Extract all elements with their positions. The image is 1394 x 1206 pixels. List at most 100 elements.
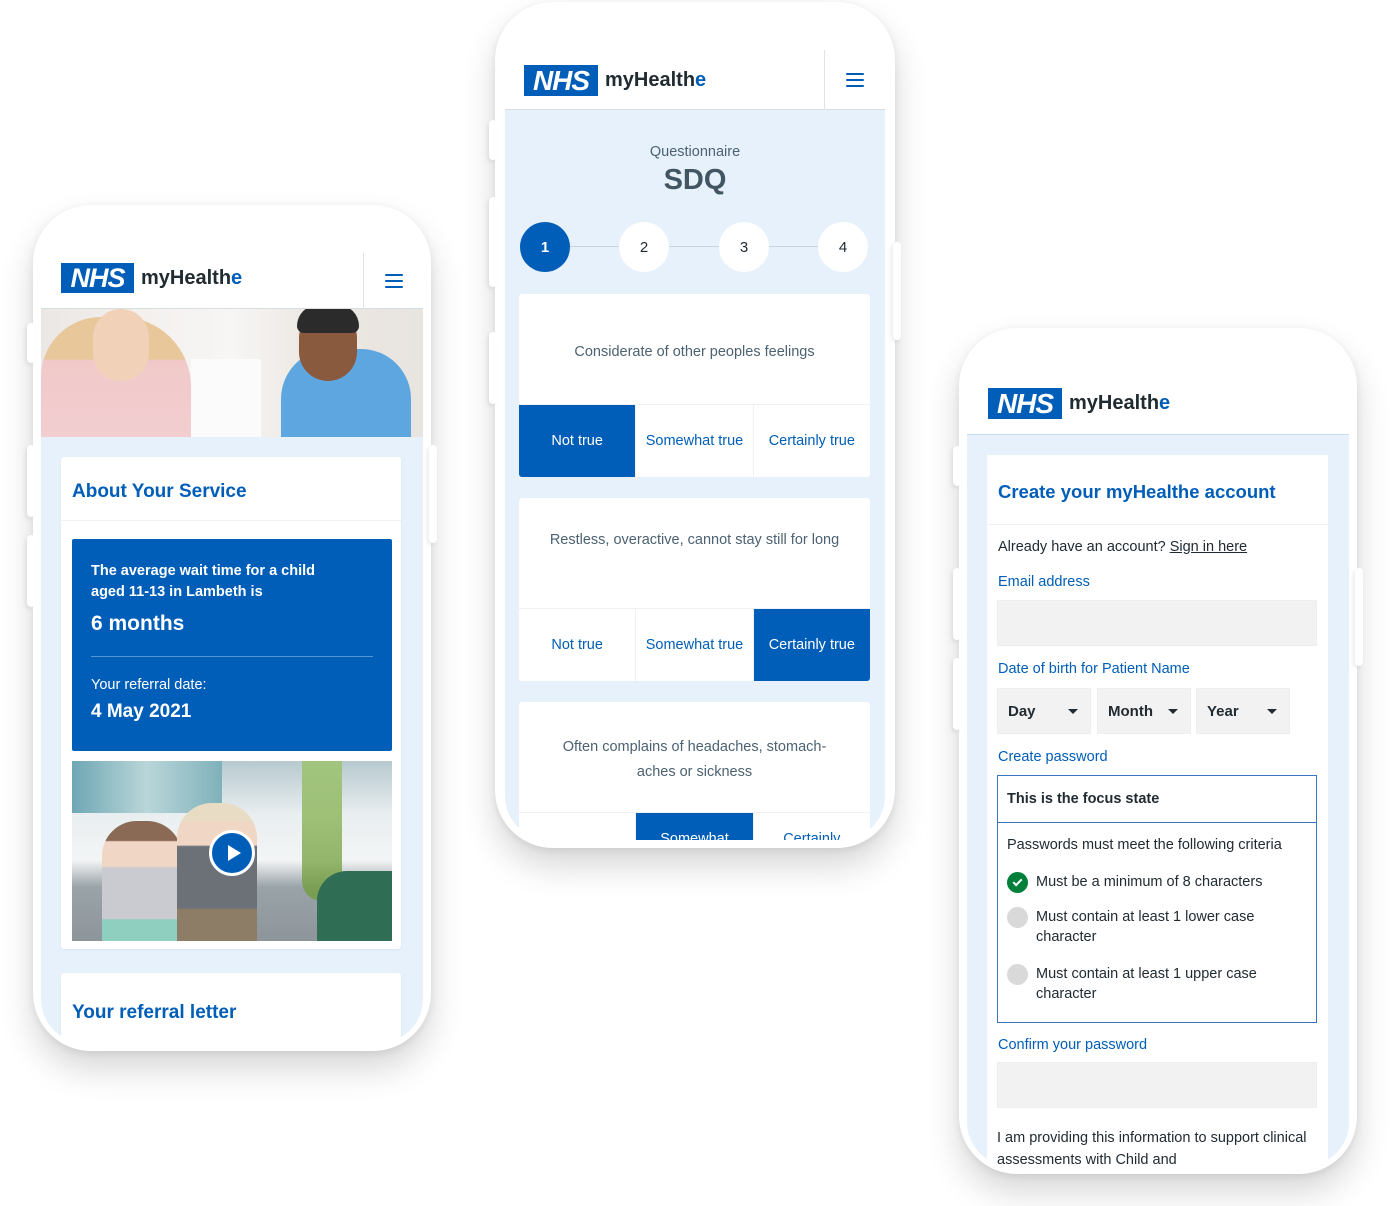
- answer-somewhat-true[interactable]: Somewhat: [636, 813, 754, 840]
- phone-mockup-questionnaire: NHS myHealthe Questionnaire SDQ 1 2 3 4 …: [489, 2, 901, 848]
- phone-side-button: [489, 332, 497, 404]
- dob-label: Date of birth for Patient Name: [998, 661, 1190, 677]
- answer-certainly-true[interactable]: Certainly true: [753, 609, 870, 681]
- question-card: Often complains of headaches, stomach-ac…: [519, 702, 870, 840]
- confirm-password-input[interactable]: [997, 1062, 1317, 1108]
- question-card: Restless, overactive, cannot stay still …: [519, 498, 870, 681]
- answer-options: Not true Somewhat true Certainly true: [519, 404, 870, 477]
- criteria-text: Must contain at least 1 lower case chara…: [1036, 909, 1255, 945]
- question-card: Considerate of other peoples feelings No…: [519, 294, 870, 477]
- nhs-myhealthe-logo[interactable]: NHS myHealthe: [61, 263, 242, 293]
- questionnaire-title: SDQ: [663, 164, 727, 196]
- phone-side-button: [27, 535, 35, 607]
- step-3[interactable]: 3: [719, 222, 769, 272]
- sign-in-link[interactable]: Sign in here: [1170, 539, 1247, 555]
- card-title: About Your Service: [72, 481, 247, 502]
- nhs-myhealthe-logo[interactable]: NHS myHealthe: [988, 388, 1170, 419]
- caret-down-icon: [1267, 709, 1277, 714]
- caret-down-icon: [1168, 709, 1178, 714]
- dob-day-select[interactable]: Day: [997, 688, 1091, 734]
- phone-side-button: [893, 242, 901, 340]
- criteria-title: Passwords must meet the following criter…: [1007, 837, 1282, 853]
- phone-side-button: [27, 323, 35, 363]
- step-2[interactable]: 2: [619, 222, 669, 272]
- email-label: Email address: [998, 574, 1090, 590]
- answer-somewhat-true[interactable]: Somewhat true: [636, 609, 754, 681]
- wait-time-description: The average wait time for a child aged 1…: [91, 563, 316, 600]
- app-header: NHS myHealthe: [505, 50, 885, 110]
- answer-options: Not true Somewhat true Certainly true: [519, 608, 870, 681]
- check-circle-icon: [1007, 872, 1028, 893]
- play-button[interactable]: [209, 830, 255, 876]
- question-text: Restless, overactive, cannot stay still …: [549, 532, 840, 548]
- phone-side-button: [1355, 568, 1363, 666]
- signin-prompt-text: Already have an account?: [998, 539, 1166, 555]
- app-name-prefix: myHealth: [605, 69, 696, 91]
- play-icon: [227, 845, 241, 861]
- phone-side-button: [27, 445, 35, 517]
- phone-mockup-create-account: NHS myHealthe Create your myHealthe acco…: [953, 328, 1363, 1174]
- phone-screen: NHS myHealthe Create your myHealthe acco…: [967, 376, 1349, 1166]
- menu-button[interactable]: [363, 253, 423, 309]
- question-text: Often complains of headaches, stomach-ac…: [562, 739, 827, 780]
- empty-circle-icon: [1007, 907, 1028, 928]
- app-name-suffix: e: [695, 69, 707, 91]
- about-service-card: About Your Service The average wait time…: [61, 457, 401, 949]
- consent-text: I am providing this information to suppo…: [997, 1130, 1307, 1166]
- caret-down-icon: [1068, 709, 1078, 714]
- password-label: Create password: [998, 749, 1108, 765]
- step-connector: [545, 246, 843, 247]
- phone-screen: NHS myHealthe About Your Service The ave…: [41, 253, 423, 1043]
- app-header: NHS myHealthe: [41, 253, 423, 309]
- signin-prompt: Already have an account? Sign in here: [998, 539, 1247, 555]
- nhs-logo-mark: NHS: [61, 263, 134, 293]
- dob-month-select[interactable]: Month: [1097, 688, 1191, 734]
- divider: [987, 524, 1328, 525]
- create-account-form: Create your myHealthe account Already ha…: [987, 455, 1328, 1166]
- question-text: Considerate of other peoples feelings: [574, 344, 815, 360]
- phone-side-button: [489, 197, 497, 287]
- app-name: myHealthe: [141, 267, 242, 290]
- menu-button[interactable]: [824, 50, 885, 110]
- answer-not-true[interactable]: Not true: [519, 609, 637, 681]
- referral-date-value: 4 May 2021: [91, 701, 192, 722]
- answer-certainly-true[interactable]: Certainly true: [753, 405, 870, 477]
- questionnaire-label: Questionnaire: [649, 144, 741, 160]
- criteria-item: Must contain at least 1 lower case chara…: [1007, 907, 1307, 947]
- app-header: NHS myHealthe: [967, 376, 1349, 435]
- phone-mockup-service: NHS myHealthe About Your Service The ave…: [27, 205, 437, 1051]
- wait-time-panel: The average wait time for a child aged 1…: [72, 539, 392, 751]
- answer-not-true[interactable]: Not true: [519, 405, 637, 477]
- divider: [61, 520, 401, 521]
- step-indicator: 1 2 3 4: [520, 222, 868, 272]
- criteria-item: Must be a minimum of 8 characters: [1007, 872, 1307, 893]
- app-name: myHealthe: [605, 69, 706, 92]
- step-4[interactable]: 4: [818, 222, 868, 272]
- email-input[interactable]: [997, 600, 1317, 646]
- referral-letter-card[interactable]: Your referral letter: [61, 973, 401, 1043]
- phone-side-button: [489, 120, 497, 160]
- card-title: Your referral letter: [72, 1002, 237, 1023]
- step-1[interactable]: 1: [520, 222, 570, 272]
- password-field-with-criteria: This is the focus state Passwords must m…: [997, 775, 1317, 1023]
- nhs-myhealthe-logo[interactable]: NHS myHealthe: [524, 65, 706, 96]
- answer-options: Somewhat Certainly: [519, 812, 870, 840]
- form-title: Create your myHealthe account: [998, 481, 1276, 502]
- hero-image: [41, 309, 423, 437]
- answer-somewhat-true[interactable]: Somewhat true: [636, 405, 754, 477]
- criteria-item: Must contain at least 1 upper case chara…: [1007, 964, 1307, 1004]
- answer-certainly-true[interactable]: Certainly: [753, 813, 870, 840]
- phone-side-button: [953, 446, 961, 486]
- phone-screen: NHS myHealthe Questionnaire SDQ 1 2 3 4 …: [505, 50, 885, 840]
- hamburger-icon: [846, 73, 864, 87]
- dob-year-select[interactable]: Year: [1196, 688, 1290, 734]
- answer-not-true[interactable]: [519, 813, 637, 840]
- criteria-text: Must be a minimum of 8 characters: [1036, 874, 1263, 890]
- app-name: myHealthe: [1069, 392, 1170, 415]
- app-name-suffix: e: [231, 266, 243, 289]
- select-value: Day: [1008, 702, 1036, 720]
- video-thumbnail[interactable]: [72, 761, 392, 941]
- phone-side-button: [953, 568, 961, 640]
- phone-side-button: [429, 445, 437, 543]
- password-input[interactable]: This is the focus state: [998, 776, 1316, 823]
